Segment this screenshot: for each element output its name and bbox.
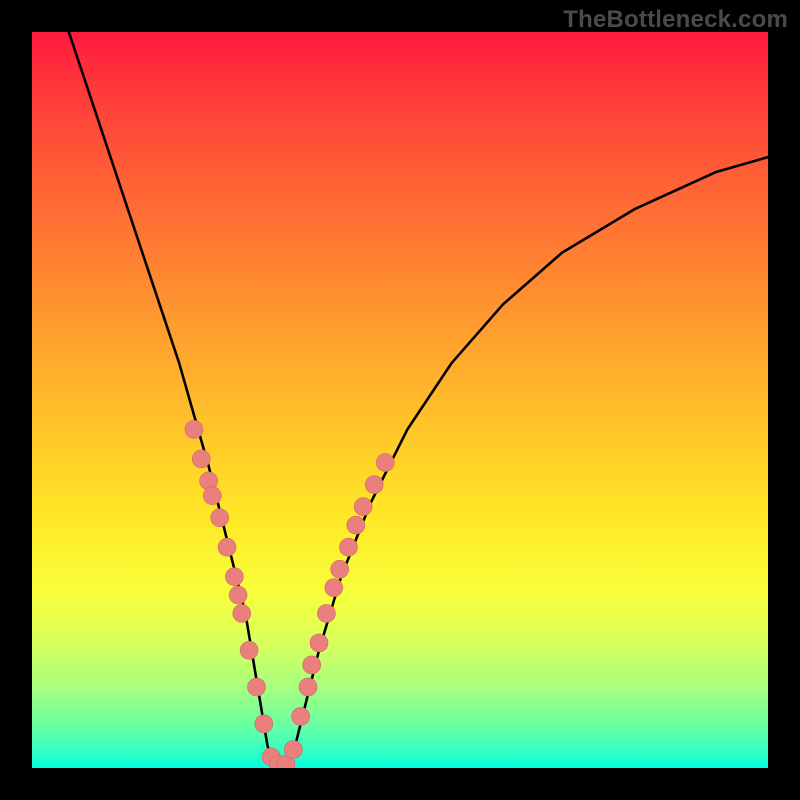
marker-right (317, 604, 335, 622)
marker-left (255, 715, 273, 733)
marker-right (310, 634, 328, 652)
marker-right (365, 476, 383, 494)
marker-left (240, 641, 258, 659)
marker-left (233, 604, 251, 622)
marker-left (229, 586, 247, 604)
marker-left (192, 450, 210, 468)
marker-right (292, 707, 310, 725)
marker-right (354, 498, 372, 516)
marker-right (303, 656, 321, 674)
marker-right (339, 538, 357, 556)
marker-left (225, 568, 243, 586)
marker-left (247, 678, 265, 696)
chart-frame: TheBottleneck.com (0, 0, 800, 800)
marker-left (218, 538, 236, 556)
bottleneck-curve (69, 32, 768, 768)
marker-bottom (284, 741, 302, 759)
marker-left (203, 487, 221, 505)
marker-right (331, 560, 349, 578)
marker-right (376, 454, 394, 472)
marker-right (347, 516, 365, 534)
marker-right (325, 579, 343, 597)
plot-area (32, 32, 768, 768)
chart-svg (32, 32, 768, 768)
watermark-text: TheBottleneck.com (563, 6, 788, 34)
data-markers (185, 420, 394, 768)
marker-right (299, 678, 317, 696)
marker-left (211, 509, 229, 527)
marker-left (185, 420, 203, 438)
